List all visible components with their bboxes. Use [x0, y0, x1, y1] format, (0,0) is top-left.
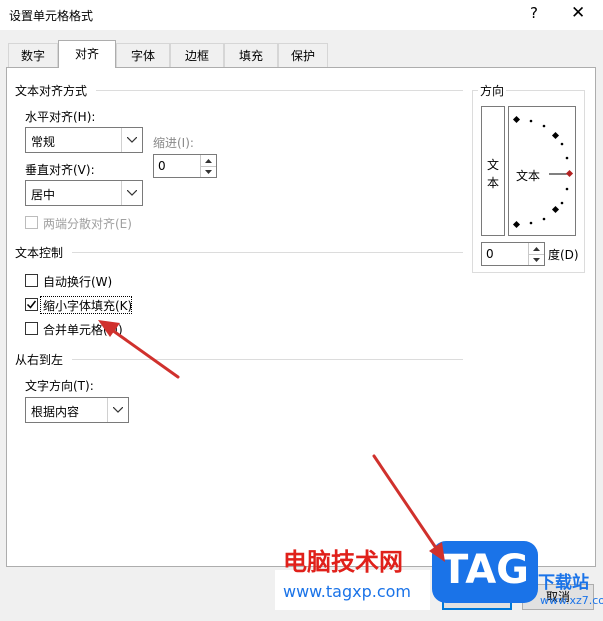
watermark-site-url: www.tagxp.com: [283, 582, 411, 601]
chevron-down-icon[interactable]: [121, 128, 142, 152]
text-direction-select[interactable]: 根据内容: [25, 397, 129, 423]
distributed-checkbox[interactable]: [25, 216, 38, 229]
spinner-buttons: [200, 155, 216, 177]
degrees-label: 度(D): [548, 248, 579, 262]
spin-down-icon[interactable]: [529, 254, 544, 265]
wrap-text-label: 自动换行(W): [43, 275, 113, 289]
checkmark-icon: [26, 300, 37, 309]
shrink-to-fit-label: 缩小字体填充(K): [43, 299, 133, 313]
section-right-to-left: 从右到左: [15, 353, 64, 367]
orientation-dial[interactable]: 文本: [508, 106, 576, 236]
horizontal-align-value: 常规: [31, 135, 56, 149]
text-direction-value: 根据内容: [31, 405, 80, 419]
separator: [72, 359, 463, 360]
distributed-label: 两端分散对齐(E): [43, 217, 132, 231]
tab-number[interactable]: 数字: [8, 43, 58, 67]
shrink-to-fit-checkbox[interactable]: [25, 298, 38, 311]
chevron-down-icon[interactable]: [121, 181, 142, 205]
watermark-site-name: 电脑技术网: [283, 548, 403, 576]
wrap-text-checkbox[interactable]: [25, 274, 38, 287]
tab-fill[interactable]: 填充: [224, 43, 278, 67]
vertical-align-label: 垂直对齐(V):: [25, 163, 95, 177]
tag-logo: TAG: [432, 541, 538, 603]
vertical-align-select[interactable]: 居中: [25, 180, 143, 206]
help-button[interactable]: ?: [530, 4, 538, 22]
watermark-side-text: 下载站: [538, 573, 589, 593]
spinner-buttons: [528, 243, 544, 265]
tab-protection[interactable]: 保护: [278, 43, 328, 67]
vertical-text-char: 本: [487, 176, 500, 190]
close-button[interactable]: ✕: [571, 3, 585, 23]
degrees-value: 0: [486, 247, 494, 261]
orientation-title: 方向: [478, 82, 507, 99]
section-text-alignment: 文本对齐方式: [15, 84, 88, 98]
spin-down-icon[interactable]: [201, 166, 216, 177]
tab-font[interactable]: 字体: [116, 43, 170, 67]
section-text-control: 文本控制: [15, 246, 64, 260]
merge-cells-label: 合并单元格(M): [43, 323, 123, 337]
merge-cells-checkbox[interactable]: [25, 322, 38, 335]
chevron-down-icon[interactable]: [107, 398, 128, 422]
dial-text: 文本: [516, 169, 541, 183]
separator: [72, 252, 463, 253]
indent-spinner[interactable]: 0: [153, 154, 217, 178]
tab-alignment[interactable]: 对齐: [58, 40, 116, 68]
vertical-align-value: 居中: [31, 188, 56, 202]
dialog-title: 设置单元格格式: [9, 9, 94, 23]
watermark-side-url: www.xz7.com: [540, 594, 603, 607]
indent-label: 缩进(I):: [153, 136, 194, 150]
text-direction-label: 文字方向(T):: [25, 379, 94, 393]
tag-logo-text: TAG: [441, 547, 529, 593]
horizontal-align-select[interactable]: 常规: [25, 127, 143, 153]
indent-value: 0: [158, 159, 166, 173]
separator: [96, 90, 463, 91]
vertical-text-char: 文: [487, 158, 500, 172]
horizontal-align-label: 水平对齐(H):: [25, 110, 96, 124]
degrees-spinner[interactable]: 0: [481, 242, 545, 266]
tab-border[interactable]: 边框: [170, 43, 224, 67]
